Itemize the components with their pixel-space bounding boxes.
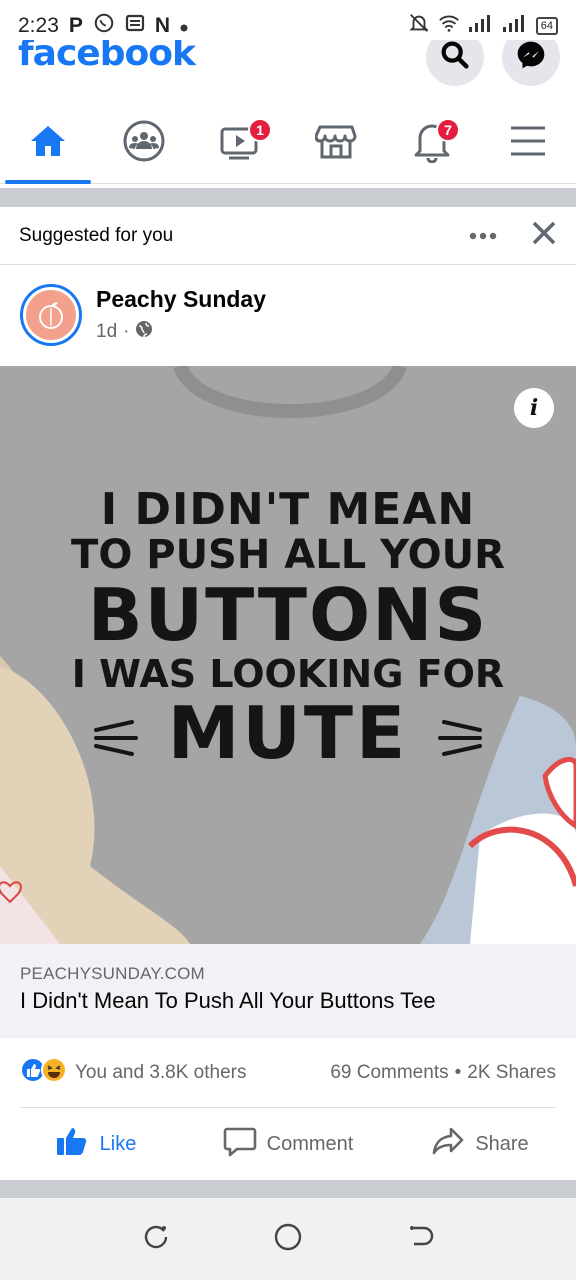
suggested-bar: Suggested for you xyxy=(0,207,576,265)
post-time[interactable]: 1d xyxy=(96,321,117,343)
search-icon xyxy=(438,40,472,77)
menu-icon xyxy=(509,125,547,162)
suggested-actions xyxy=(469,220,557,251)
news-icon: N xyxy=(154,14,171,37)
search-button[interactable] xyxy=(426,40,484,86)
recent-apps-icon[interactable] xyxy=(142,1223,170,1256)
info-icon: i xyxy=(529,395,539,421)
feed-bottom-divider xyxy=(0,1180,576,1198)
meta-separator: · xyxy=(123,321,130,342)
watch-badge: 1 xyxy=(248,118,272,142)
shirt-print-text: I DIDN'T MEAN TO PUSH ALL YOUR BUTTONS I… xyxy=(0,486,576,773)
groups-icon xyxy=(122,119,166,168)
like-button[interactable]: Like xyxy=(0,1125,192,1163)
link-preview[interactable]: PEACHYSUNDAY.COM I Didn't Mean To Push A… xyxy=(0,944,576,1038)
back-icon[interactable] xyxy=(406,1223,434,1256)
shirt-line-1: I DIDN'T MEAN xyxy=(100,484,476,535)
pinterest-icon: P xyxy=(68,14,83,37)
haha-reaction-icon xyxy=(41,1057,67,1089)
tab-notifications[interactable]: 7 xyxy=(384,104,480,183)
engagement-counts: 69 Comments • 2K Shares xyxy=(330,1062,556,1084)
system-navigation xyxy=(0,1198,576,1280)
shirt-mute-text: MUTE xyxy=(167,691,409,776)
avatar[interactable] xyxy=(20,284,82,346)
close-icon[interactable] xyxy=(531,220,557,251)
signal-icon-2 xyxy=(502,13,528,39)
marketplace-icon xyxy=(314,121,357,166)
tab-menu[interactable] xyxy=(480,104,576,183)
comments-count[interactable]: 69 Comments xyxy=(330,1062,448,1084)
whatsapp-icon xyxy=(93,12,115,40)
shirt-line-4: I WAS LOOKING FOR xyxy=(71,652,505,697)
left-lines-icon xyxy=(92,691,168,775)
share-icon xyxy=(431,1125,465,1163)
ad-info-button[interactable]: i xyxy=(514,388,554,428)
messenger-button[interactable] xyxy=(502,40,560,86)
like-label: Like xyxy=(99,1132,137,1155)
tab-home[interactable] xyxy=(0,104,96,184)
reactions-bar: You and 3.8K others 69 Comments • 2K Sha… xyxy=(0,1040,576,1106)
shirt-line-2: TO PUSH ALL YOUR xyxy=(71,531,505,578)
status-right: 64 xyxy=(408,12,558,40)
home-icon xyxy=(28,123,68,164)
peach-logo-icon xyxy=(26,290,76,340)
comment-label: Comment xyxy=(266,1132,354,1155)
right-lines-icon xyxy=(436,691,484,775)
home-system-icon[interactable] xyxy=(273,1222,303,1257)
post-meta: 1d · xyxy=(96,320,153,344)
shirt-line-5: MUTE xyxy=(0,695,576,773)
count-separator: • xyxy=(454,1062,462,1083)
globe-icon xyxy=(135,320,153,344)
comment-icon xyxy=(223,1125,257,1163)
message-icon xyxy=(125,13,145,39)
notifications-badge: 7 xyxy=(436,118,460,142)
thumbs-up-icon xyxy=(56,1125,90,1163)
tab-watch[interactable]: 1 xyxy=(192,104,288,183)
reaction-count: You and 3.8K others xyxy=(75,1062,247,1083)
tab-groups[interactable] xyxy=(96,104,192,183)
suggested-label: Suggested for you xyxy=(19,224,174,246)
share-button[interactable]: Share xyxy=(384,1125,576,1163)
app-header: facebook xyxy=(0,40,576,100)
shares-count[interactable]: 2K Shares xyxy=(467,1062,556,1084)
post-header: Peachy Sunday 1d · xyxy=(0,266,576,366)
feed-divider xyxy=(0,188,576,207)
facebook-logo: facebook xyxy=(18,40,196,74)
shirt-line-3: BUTTONS xyxy=(87,572,489,657)
reaction-summary[interactable]: You and 3.8K others xyxy=(20,1057,247,1089)
link-title: I Didn't Mean To Push All Your Buttons T… xyxy=(20,988,436,1013)
signal-icon xyxy=(468,13,494,39)
link-domain: PEACHYSUNDAY.COM xyxy=(20,964,205,983)
mute-bell-icon xyxy=(408,12,430,40)
post-image[interactable]: I DIDN'T MEAN TO PUSH ALL YOUR BUTTONS I… xyxy=(0,366,576,944)
messenger-icon xyxy=(515,40,547,76)
status-time: 2:23 xyxy=(18,14,59,37)
reaction-icons xyxy=(20,1057,67,1089)
post-actions: Like Comment Share xyxy=(0,1108,576,1180)
main-nav: 1 7 xyxy=(0,104,576,184)
dot-icon xyxy=(180,14,188,38)
wifi-icon xyxy=(438,13,460,39)
battery-level: 64 xyxy=(535,17,558,35)
page-name[interactable]: Peachy Sunday xyxy=(96,286,266,313)
more-options-icon[interactable] xyxy=(469,227,497,245)
tab-marketplace[interactable] xyxy=(288,104,384,183)
share-label: Share xyxy=(475,1132,529,1155)
status-left: 2:23 P N xyxy=(18,12,188,40)
comment-button[interactable]: Comment xyxy=(192,1125,384,1163)
